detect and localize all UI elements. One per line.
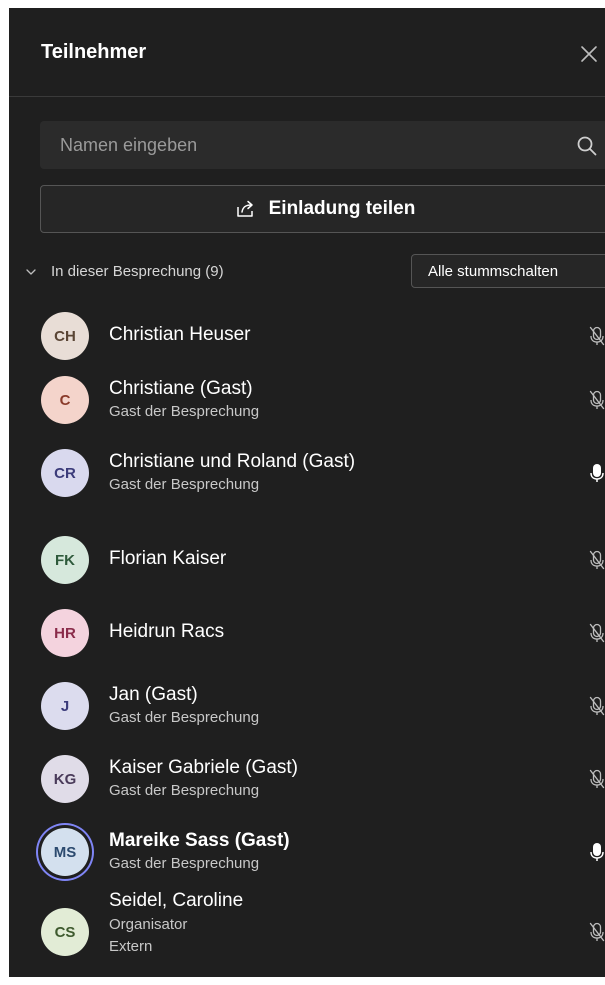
mic-off-icon[interactable] [589,695,605,717]
close-icon [581,46,597,62]
participant-row-kaiser-gabriele-gast[interactable]: KG Kaiser Gabriele (Gast) Gast der Besprec… [9,747,605,811]
share-icon [236,200,253,217]
search-input[interactable] [40,121,605,169]
participant-name: Seidel, Caroline [109,890,244,911]
participant-role: Gast der Besprechung [109,709,260,726]
participant-name: Jan (Gast) [109,684,198,705]
participant-name: Christian Heuser [109,324,251,345]
close-button[interactable] [577,42,601,66]
avatar: MS [41,828,89,876]
search-box [40,121,605,169]
chevron-down-icon[interactable] [25,266,37,278]
avatar: CH [41,312,89,360]
mic-off-icon[interactable] [589,549,605,571]
participant-name: Heidrun Racs [109,621,225,642]
avatar: CS [41,908,89,956]
mic-off-icon[interactable] [589,921,605,943]
participant-name: Florian Kaiser [109,548,227,569]
participant-row-christiane-und-roland-gast[interactable]: CR Christiane und Roland (Gast) Gast der B… [9,441,605,505]
avatar: CR [41,449,89,497]
participant-name: Kaiser Gabriele (Gast) [109,757,299,778]
mic-icon[interactable] [589,462,605,484]
participant-row-christiane-gast[interactable]: C Christiane (Gast) Gast der Besprechung [9,368,605,432]
avatar: KG [41,755,89,803]
participant-row-florian-kaiser[interactable]: FK Florian Kaiser [9,528,605,592]
mic-off-icon[interactable] [589,768,605,790]
meeting-section-header: In dieser Besprechung (9) Alle stummscha… [9,254,605,290]
mute-all-button[interactable]: Alle stummschalten [411,254,605,288]
participants-panel: Teilnehmer Einladung teilen In dieser Be… [9,8,605,977]
avatar: C [41,376,89,424]
mic-off-icon[interactable] [589,622,605,644]
share-invite-button[interactable]: Einladung teilen [40,185,605,233]
participant-row-jan-gast[interactable]: J Jan (Gast) Gast der Besprechung [9,674,605,738]
panel-title: Teilnehmer [41,41,147,63]
participant-name: Mareike Sass (Gast) [109,830,290,851]
panel-header: Teilnehmer [9,8,605,97]
share-invite-label: Einladung teilen [268,198,416,219]
avatar: FK [41,536,89,584]
avatar: HR [41,609,89,657]
section-label[interactable]: In dieser Besprechung (9) [51,263,224,280]
participant-name: Christiane (Gast) [109,378,253,399]
participant-row-heidrun-racs[interactable]: HR Heidrun Racs [9,601,605,665]
participant-row-mareike-sass-gast[interactable]: MS Mareike Sass (Gast) Gast der Besprechun… [9,820,605,884]
participant-row-seidel-caroline[interactable]: CS Seidel, Caroline Organisator Extern [9,890,605,974]
mic-off-icon[interactable] [589,389,605,411]
participant-role: Gast der Besprechung [109,403,260,420]
participant-role: Organisator [109,916,188,933]
avatar: J [41,682,89,730]
search-icon[interactable] [576,135,598,157]
participant-name: Christiane und Roland (Gast) [109,451,356,472]
mic-icon[interactable] [589,841,605,863]
participant-row-christian-heuser[interactable]: CH Christian Heuser [9,304,605,368]
participant-role: Gast der Besprechung [109,782,260,799]
participant-role: Gast der Besprechung [109,476,260,493]
mic-off-icon[interactable] [589,325,605,347]
participant-role: Gast der Besprechung [109,855,260,872]
participant-tag: Extern [109,938,153,955]
